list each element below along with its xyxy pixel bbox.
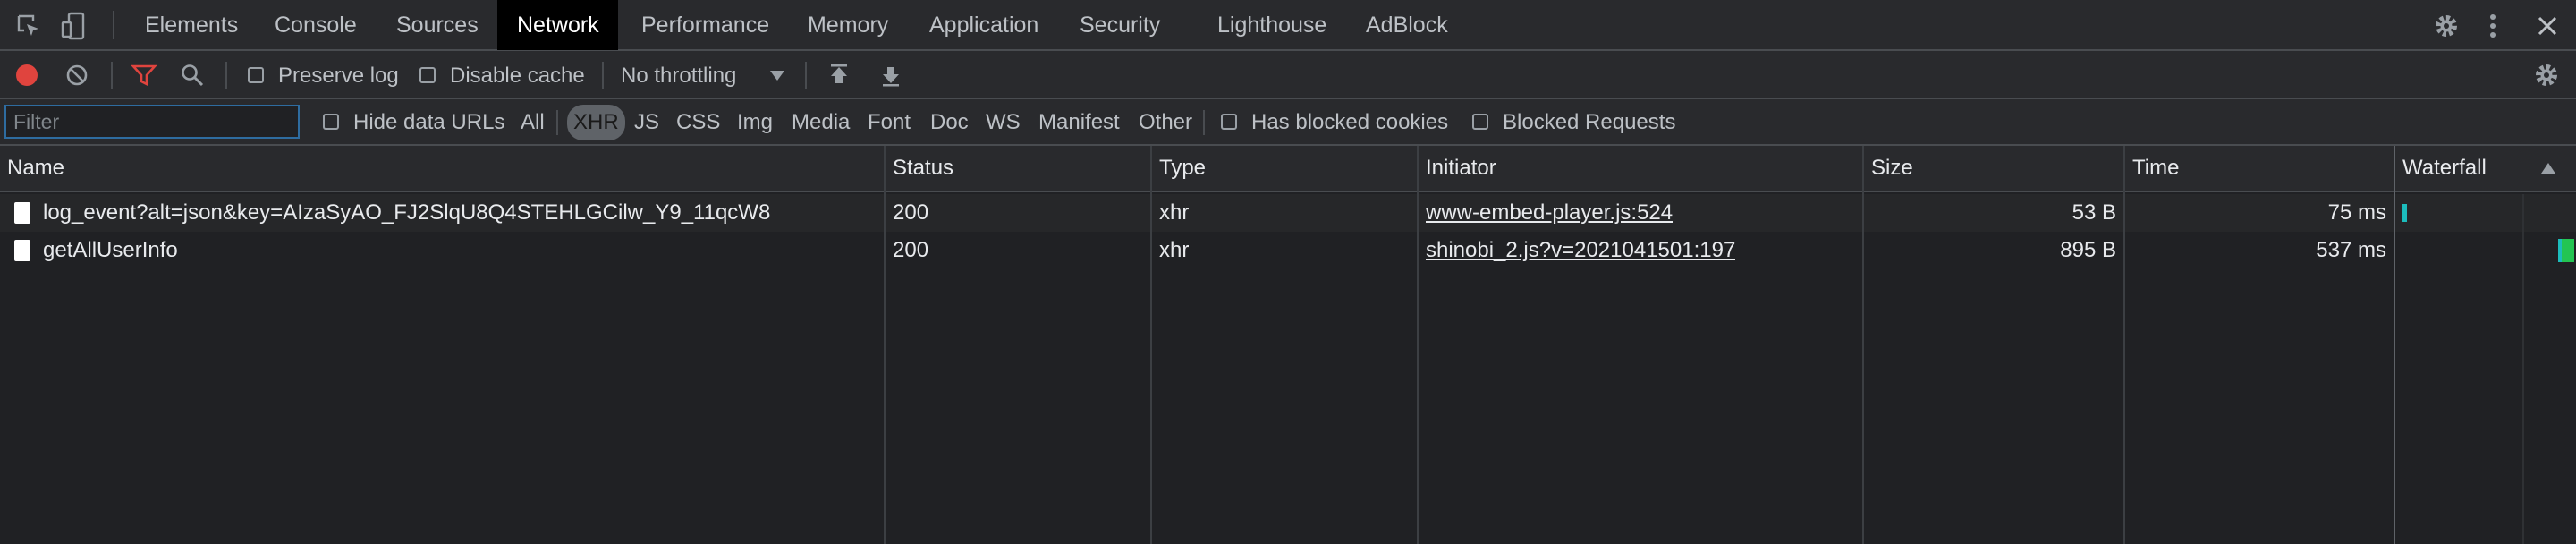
search-icon[interactable] [179,63,206,88]
waterfall-bar-waiting [2558,239,2562,262]
file-icon [14,240,30,261]
inspect-element-icon[interactable] [13,0,45,51]
filter-type-ws[interactable]: WS [980,99,1026,146]
waterfall-gridline [2522,194,2524,544]
filter-input[interactable] [4,105,300,139]
tab-security[interactable]: Security [1060,0,1180,50]
request-name: log_event?alt=json&key=AIzaSyAO_FJ2SlqU8… [43,200,771,225]
column-header-time[interactable]: Time [2125,146,2395,192]
column-header-name[interactable]: Name [0,146,886,192]
preserve-log-label: Preserve log [278,64,399,88]
waterfall-bar [2402,204,2407,222]
disable-cache-checkbox[interactable] [419,67,436,83]
filter-type-manifest[interactable]: Manifest [1033,99,1125,146]
tab-performance[interactable]: Performance [622,0,789,50]
blocked-requests-checkbox[interactable] [1472,114,1488,130]
divider [602,62,604,89]
has-blocked-cookies-label: Has blocked cookies [1251,110,1449,134]
chevron-down-icon[interactable] [767,66,787,84]
waterfall-label: Waterfall [2402,156,2487,180]
divider [225,62,227,89]
network-settings-gear-icon[interactable] [2531,62,2562,89]
tab-elements[interactable]: Elements [125,0,258,50]
sort-ascending-icon [2540,156,2556,181]
throttling-select[interactable]: No throttling [621,64,736,89]
column-divider[interactable] [1862,146,1864,544]
size-cell: 53 B [2072,200,2116,225]
export-har-icon[interactable] [878,63,903,88]
filter-type-doc[interactable]: Doc [925,99,974,146]
requests-table: Name Status Type Initiator Size Time Wat… [0,146,2576,544]
status-cell: 200 [893,200,929,225]
tab-lighthouse[interactable]: Lighthouse [1198,0,1346,50]
filter-type-img[interactable]: Img [732,99,778,146]
device-toolbar-icon[interactable] [57,0,89,51]
tab-memory[interactable]: Memory [788,0,908,50]
filter-type-xhr[interactable]: XHR [567,105,625,140]
divider [113,11,114,39]
tab-sources[interactable]: Sources [377,0,498,50]
tab-network[interactable]: Network [497,0,618,50]
tab-adblock[interactable]: AdBlock [1346,0,1468,50]
time-cell: 75 ms [2327,200,2386,225]
column-header-size[interactable]: Size [1864,146,2125,192]
column-divider[interactable] [1150,146,1152,544]
column-header-status[interactable]: Status [886,146,1152,192]
request-name: getAllUserInfo [43,238,178,262]
close-icon[interactable] [2531,0,2563,51]
type-cell: xhr [1159,238,1190,262]
has-blocked-cookies-checkbox[interactable] [1221,114,1237,130]
more-options-icon[interactable] [2479,0,2506,51]
settings-gear-icon[interactable] [2429,0,2463,51]
column-divider[interactable] [1417,146,1419,544]
divider [556,110,558,135]
import-har-icon[interactable] [826,63,852,88]
file-icon [14,202,30,224]
network-toolbar: Preserve log Disable cache No throttling [0,51,2576,99]
filter-type-other[interactable]: Other [1133,99,1198,146]
filter-icon[interactable] [131,63,157,88]
filter-type-js[interactable]: JS [629,99,665,146]
column-header-type[interactable]: Type [1152,146,1419,192]
clear-icon[interactable] [64,63,89,88]
tab-application[interactable]: Application [910,0,1058,50]
table-row[interactable]: log_event?alt=json&key=AIzaSyAO_FJ2SlqU8… [0,194,2576,232]
initiator-link[interactable]: shinobi_2.js?v=2021041501:197 [1426,232,1735,269]
table-row[interactable]: getAllUserInfo 200 xhr shinobi_2.js?v=20… [0,232,2576,269]
column-header-initiator[interactable]: Initiator [1419,146,1864,192]
tab-console[interactable]: Console [255,0,377,50]
divider [111,62,113,89]
size-cell: 895 B [2060,238,2116,262]
column-divider[interactable] [884,146,886,544]
divider [805,62,807,89]
preserve-log-checkbox[interactable] [248,67,264,83]
blocked-requests-label: Blocked Requests [1503,110,1676,134]
column-divider[interactable] [2123,146,2125,544]
type-cell: xhr [1159,200,1190,225]
column-header-waterfall[interactable]: Waterfall [2395,146,2576,192]
divider [1203,110,1205,135]
time-cell: 537 ms [2316,238,2386,262]
devtools-tabbar: Elements Console Sources Network Perform… [0,0,2576,51]
column-divider[interactable] [2394,146,2395,544]
request-name-cell[interactable]: log_event?alt=json&key=AIzaSyAO_FJ2SlqU8… [0,194,884,232]
hide-data-urls-label: Hide data URLs [353,110,505,134]
request-name-cell[interactable]: getAllUserInfo [0,232,884,269]
filter-type-font[interactable]: Font [862,99,916,146]
status-cell: 200 [893,238,929,262]
initiator-link[interactable]: www-embed-player.js:524 [1426,194,1673,232]
record-button[interactable] [14,63,39,88]
disable-cache-label: Disable cache [450,64,585,88]
filter-type-media[interactable]: Media [786,99,855,146]
filter-type-css[interactable]: CSS [671,99,725,146]
filter-type-all[interactable]: All [515,99,550,146]
hide-data-urls-checkbox[interactable] [323,114,339,130]
